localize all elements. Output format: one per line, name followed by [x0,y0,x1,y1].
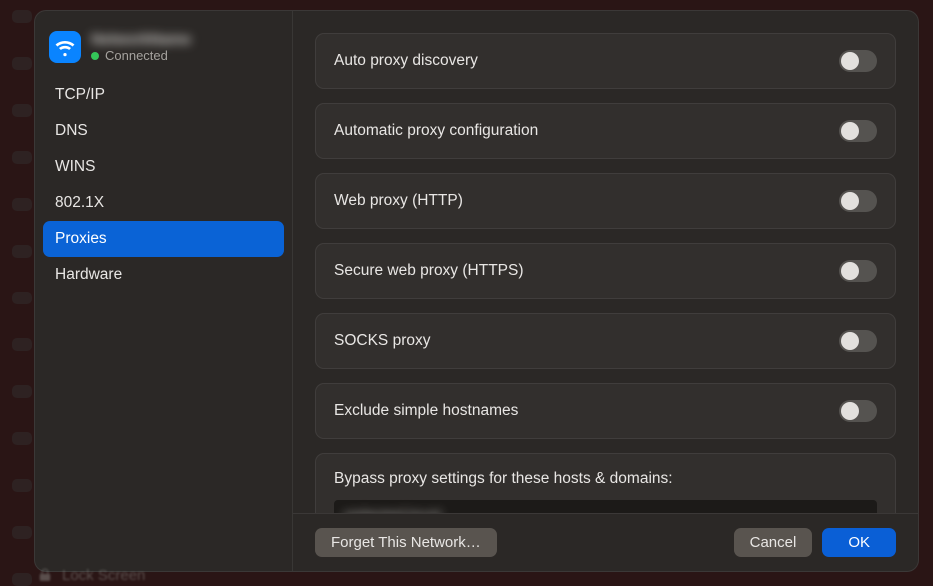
dialog-sidebar: NetworkName Connected TCP/IP DNS WINS 80… [35,11,293,571]
toggle-http-proxy[interactable] [839,190,877,212]
row-auto-proxy-config: Automatic proxy configuration [315,103,896,159]
toggle-https-proxy[interactable] [839,260,877,282]
network-status: Connected [91,48,191,63]
toggle-auto-proxy-discovery[interactable] [839,50,877,72]
sidebar-item-tcpip[interactable]: TCP/IP [43,77,284,113]
row-bypass-hosts: Bypass proxy settings for these hosts & … [315,453,896,513]
system-prefs-background-sidebar [12,0,34,586]
bypass-hosts-field[interactable]: redacted.local [334,500,877,513]
bypass-label: Bypass proxy settings for these hosts & … [334,470,877,488]
sidebar-item-8021x[interactable]: 802.1X [43,185,284,221]
status-dot-icon [91,52,99,60]
sidebar-item-dns[interactable]: DNS [43,113,284,149]
toggle-auto-proxy-config[interactable] [839,120,877,142]
proxies-panel: Auto proxy discovery Automatic proxy con… [293,11,918,513]
row-label: Exclude simple hostnames [334,402,518,420]
row-label: Web proxy (HTTP) [334,192,463,210]
bypass-hosts-value: redacted.local [344,508,441,513]
row-label: Automatic proxy configuration [334,122,538,140]
background-lock-screen-row: Lock Screen [38,564,145,586]
row-exclude-simple-hostnames: Exclude simple hostnames [315,383,896,439]
row-socks-proxy: SOCKS proxy [315,313,896,369]
row-auto-proxy-discovery: Auto proxy discovery [315,33,896,89]
settings-tab-list: TCP/IP DNS WINS 802.1X Proxies Hardware [43,77,284,293]
toggle-exclude-simple-hostnames[interactable] [839,400,877,422]
sidebar-item-hardware[interactable]: Hardware [43,257,284,293]
row-label: Auto proxy discovery [334,52,478,70]
lock-icon [38,568,52,582]
sidebar-item-wins[interactable]: WINS [43,149,284,185]
row-https-proxy: Secure web proxy (HTTPS) [315,243,896,299]
sidebar-item-proxies[interactable]: Proxies [43,221,284,257]
toggle-socks-proxy[interactable] [839,330,877,352]
network-name: NetworkName [91,31,191,48]
row-label: SOCKS proxy [334,332,430,350]
cancel-button[interactable]: Cancel [734,528,813,557]
wifi-icon [49,31,81,63]
row-label: Secure web proxy (HTTPS) [334,262,524,280]
ok-button[interactable]: OK [822,528,896,557]
background-lock-screen-label: Lock Screen [62,567,145,584]
dialog-footer: Forget This Network… Cancel OK [293,513,918,571]
network-settings-dialog: NetworkName Connected TCP/IP DNS WINS 80… [34,10,919,572]
network-status-label: Connected [105,48,168,63]
forget-network-button[interactable]: Forget This Network… [315,528,497,557]
row-http-proxy: Web proxy (HTTP) [315,173,896,229]
network-header: NetworkName Connected [43,27,284,77]
